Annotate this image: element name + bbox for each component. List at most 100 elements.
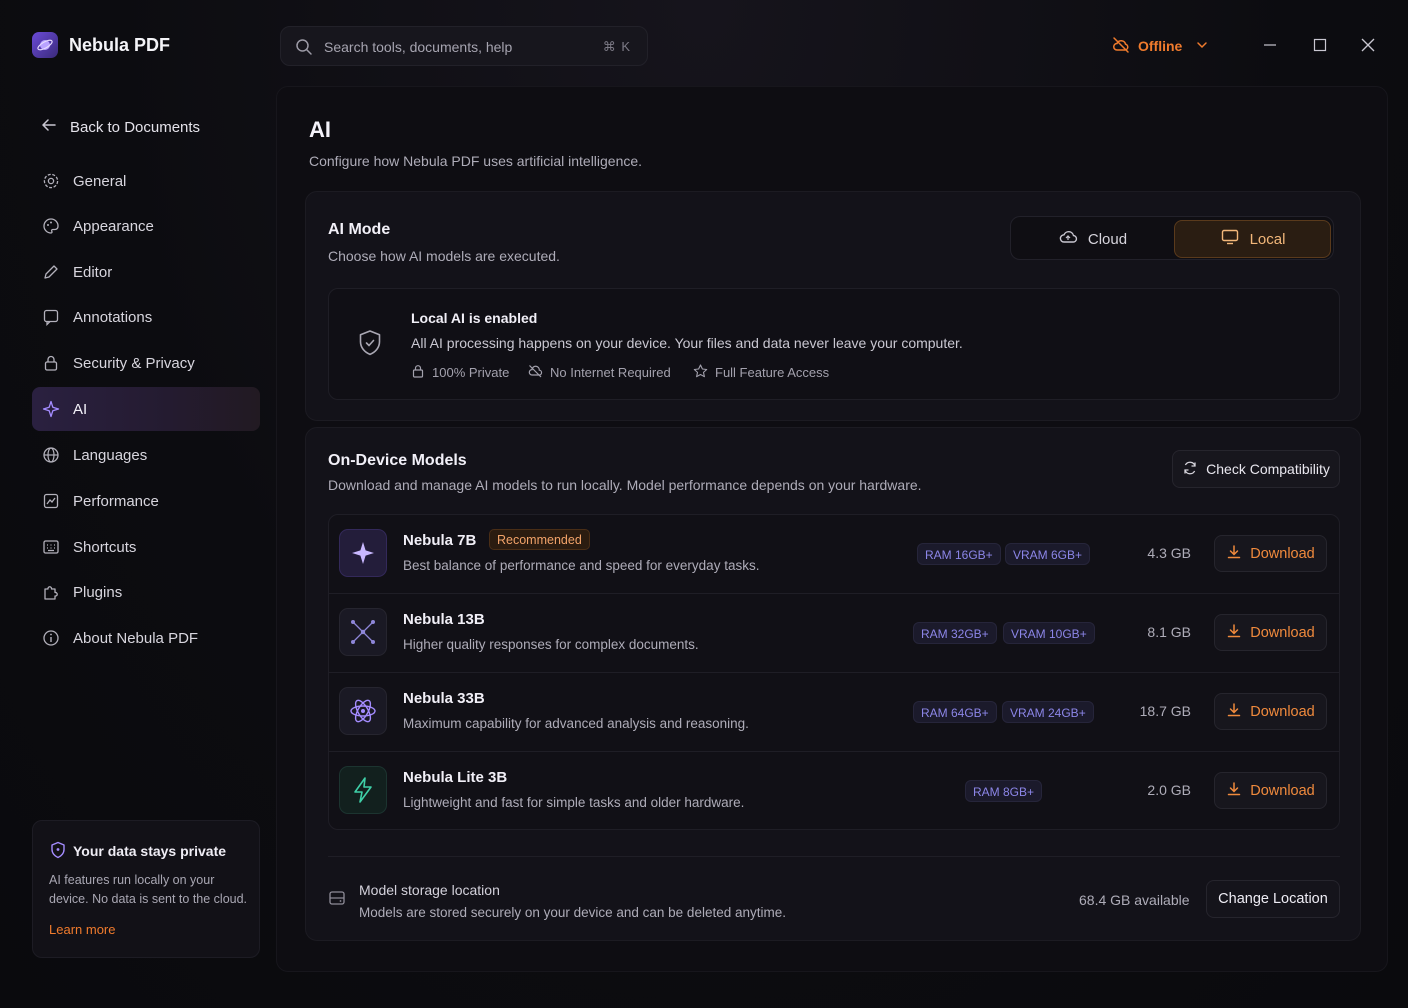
privacy-card: Your data stays private AI features run … xyxy=(32,820,260,958)
divider xyxy=(328,856,1340,857)
cloud-icon xyxy=(1058,228,1078,250)
settings-content: AI Configure how Nebula PDF uses artific… xyxy=(276,86,1388,972)
cloud-mode-button[interactable]: Cloud xyxy=(1014,220,1171,258)
feature-private: 100% Private xyxy=(411,364,509,381)
feature-full-access: Full Feature Access xyxy=(693,364,829,381)
search-input[interactable]: Search tools, documents, help ⌘ K xyxy=(280,26,648,66)
app-title: Nebula PDF xyxy=(69,35,171,55)
change-location-button[interactable]: Change Location xyxy=(1206,880,1340,918)
download-icon xyxy=(1226,702,1242,722)
app-window: Nebula PDF Search tools, documents, help… xyxy=(0,0,1408,1008)
title-bar: Nebula PDF Search tools, documents, help… xyxy=(0,0,1408,84)
model-description: Maximum capability for advanced analysis… xyxy=(403,716,749,731)
maximize-button[interactable] xyxy=(1309,34,1331,56)
close-button[interactable] xyxy=(1357,34,1379,56)
page-subtitle: Configure how Nebula PDF uses artificial… xyxy=(309,153,643,169)
ai-mode-card: AI Mode Choose how AI models are execute… xyxy=(305,191,1361,421)
model-description: Best balance of performance and speed fo… xyxy=(403,558,760,573)
sidebar-item-label: Plugins xyxy=(73,583,123,601)
sidebar-item-editor[interactable]: Editor xyxy=(32,250,260,294)
sidebar-item-label: About Nebula PDF xyxy=(73,629,199,647)
minimize-button[interactable] xyxy=(1259,34,1281,56)
sparkle-icon xyxy=(41,399,61,419)
back-label: Back to Documents xyxy=(70,118,201,136)
models-subtitle: Download and manage AI models to run loc… xyxy=(328,477,922,493)
keyboard-icon xyxy=(41,537,61,557)
model-name: Nebula Lite 3B xyxy=(403,769,508,786)
sidebar-item-languages[interactable]: Languages xyxy=(32,433,260,477)
back-to-documents-link[interactable]: Back to Documents xyxy=(40,116,200,138)
sidebar-item-security[interactable]: Security & Privacy xyxy=(32,341,260,385)
ram-requirement: RAM 64GB+ xyxy=(913,701,997,723)
search-shortcut: ⌘ K xyxy=(602,39,631,54)
model-name: Nebula 33B xyxy=(403,690,485,707)
local-mode-button[interactable]: Local xyxy=(1174,220,1331,258)
models-title: On-Device Models xyxy=(328,452,467,469)
download-label: Download xyxy=(1250,703,1315,720)
sidebar-item-label: Shortcuts xyxy=(73,538,137,556)
download-button[interactable]: Download xyxy=(1214,772,1327,809)
sidebar-item-appearance[interactable]: Appearance xyxy=(32,204,260,248)
check-compatibility-button[interactable]: Check Compatibility xyxy=(1172,450,1340,488)
feature-label: Full Feature Access xyxy=(715,365,830,380)
vram-requirement: VRAM 10GB+ xyxy=(1003,622,1095,644)
sidebar-item-label: Appearance xyxy=(73,217,154,235)
download-button[interactable]: Download xyxy=(1214,693,1327,730)
vram-requirement: VRAM 24GB+ xyxy=(1002,701,1094,723)
feature-label: No Internet Required xyxy=(550,365,671,380)
model-name: Nebula 13B xyxy=(403,611,485,628)
page-title: AI xyxy=(309,117,331,142)
close-icon xyxy=(1361,38,1375,52)
puzzle-icon xyxy=(41,582,61,602)
app-logo xyxy=(32,32,58,58)
local-ai-status: Local AI is enabled All AI processing ha… xyxy=(328,288,1340,400)
learn-more-link[interactable]: Learn more xyxy=(49,922,115,937)
sidebar-item-annotations[interactable]: Annotations xyxy=(32,295,260,339)
lock-icon xyxy=(411,364,425,381)
globe-icon xyxy=(41,445,61,465)
check-compatibility-label: Check Compatibility xyxy=(1206,461,1330,477)
download-icon xyxy=(1226,623,1242,643)
cloud-off-icon xyxy=(1112,36,1130,57)
sidebar-item-shortcuts[interactable]: Shortcuts xyxy=(32,525,260,569)
network-icon xyxy=(339,608,387,656)
cloud-mode-label: Cloud xyxy=(1087,230,1128,248)
palette-icon xyxy=(41,216,61,236)
sidebar-item-performance[interactable]: Performance xyxy=(32,479,260,523)
download-button[interactable]: Download xyxy=(1214,535,1327,572)
on-device-models-card: On-Device Models Download and manage AI … xyxy=(305,427,1361,941)
vram-requirement: VRAM 6GB+ xyxy=(1005,543,1091,565)
model-size: 4.3 GB xyxy=(1147,545,1191,561)
local-ai-description: All AI processing happens on your device… xyxy=(411,335,963,351)
sidebar-item-label: Annotations xyxy=(73,308,153,326)
ram-requirement: RAM 16GB+ xyxy=(917,543,1001,565)
sidebar-item-ai[interactable]: AI xyxy=(32,387,260,431)
sidebar-item-general[interactable]: General xyxy=(32,159,260,203)
offline-label: Offline xyxy=(1138,38,1183,54)
monitor-icon xyxy=(1220,228,1240,250)
gauge-icon xyxy=(41,491,61,511)
download-button[interactable]: Download xyxy=(1214,614,1327,651)
model-description: Lightweight and fast for simple tasks an… xyxy=(403,795,745,810)
bolt-icon xyxy=(339,766,387,814)
sidebar-item-label: AI xyxy=(73,400,88,418)
sidebar-item-plugins[interactable]: Plugins xyxy=(32,570,260,614)
download-label: Download xyxy=(1250,545,1315,562)
storage-drive-icon xyxy=(328,889,346,910)
ram-requirement: RAM 32GB+ xyxy=(913,622,997,644)
arrow-left-icon xyxy=(40,116,58,138)
privacy-card-title: Your data stays private xyxy=(73,843,227,859)
storage-title: Model storage location xyxy=(359,882,500,898)
sidebar-item-label: General xyxy=(73,172,127,190)
offline-status-dropdown[interactable]: Offline xyxy=(1112,34,1208,58)
model-list: Nebula 7B Recommended Best balance of pe… xyxy=(328,514,1340,830)
ai-mode-subtitle: Choose how AI models are executed. xyxy=(328,248,560,264)
atom-icon xyxy=(339,687,387,735)
info-icon xyxy=(41,628,61,648)
recommended-badge: Recommended xyxy=(489,529,590,550)
comment-icon xyxy=(41,307,61,327)
cloud-off-icon xyxy=(528,364,543,381)
model-size: 18.7 GB xyxy=(1139,703,1191,719)
sidebar-item-label: Languages xyxy=(73,446,148,464)
sidebar-item-about[interactable]: About Nebula PDF xyxy=(32,616,260,660)
